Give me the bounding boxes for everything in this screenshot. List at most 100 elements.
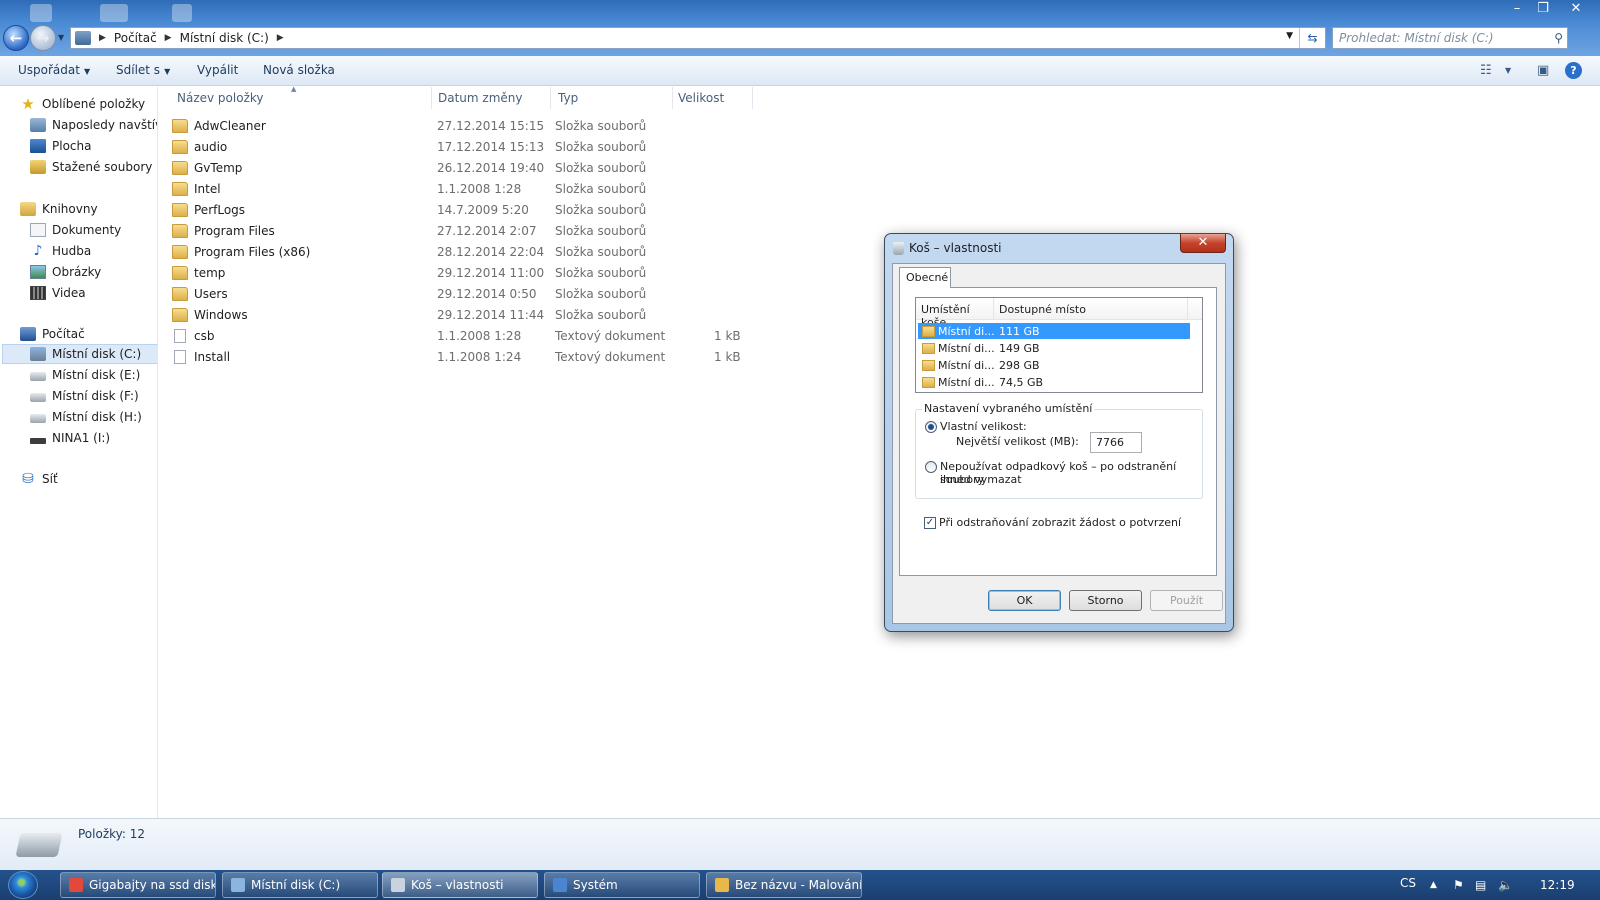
nav-favorites[interactable]: ★ Oblíbené položky — [20, 94, 145, 114]
group-label: Nastavení vybraného umístění — [922, 402, 1095, 415]
nav-music[interactable]: ♪ Hudba — [30, 241, 92, 261]
nav-drive-f[interactable]: Místní disk (F:) — [30, 386, 139, 406]
nav-label: Místní disk (E:) — [52, 368, 141, 382]
tab-general[interactable]: Obecné — [899, 267, 951, 288]
language-indicator[interactable]: CS — [1400, 876, 1416, 890]
text-file-icon — [174, 329, 186, 343]
custom-size-radio[interactable] — [925, 421, 937, 433]
desktop-icon — [30, 139, 46, 153]
nav-drive-c[interactable]: Místní disk (C:) — [2, 344, 157, 364]
address-dropdown-icon[interactable]: ▼ — [1286, 31, 1293, 41]
taskbar-button[interactable]: Systém — [544, 872, 700, 898]
column-header-location[interactable]: Umístění koše — [916, 298, 994, 329]
nav-pictures[interactable]: Obrázky — [30, 262, 101, 282]
column-header-date[interactable]: Datum změny — [438, 91, 523, 105]
preview-pane-icon[interactable]: ▣ — [1537, 63, 1549, 78]
ok-button[interactable]: OK — [988, 590, 1061, 611]
dialog-close-button[interactable]: ✕ — [1180, 234, 1226, 253]
back-button[interactable]: ← — [3, 25, 29, 51]
breadcrumb-chevron-icon[interactable]: ▶ — [99, 33, 106, 43]
text-file-icon — [174, 350, 186, 364]
nav-downloads[interactable]: Stažené soubory — [30, 157, 152, 177]
location-row[interactable]: Místní di... 111 GB — [918, 323, 1190, 339]
recent-pages-dropdown[interactable]: ▼ — [58, 33, 64, 42]
volume-icon[interactable]: 🔈 — [1498, 878, 1513, 892]
search-icon[interactable]: ⚲ — [1554, 31, 1563, 45]
max-size-input[interactable]: 7766 — [1090, 432, 1142, 453]
location-row[interactable]: Místní di... 149 GB — [918, 340, 1190, 356]
drive-icon — [30, 347, 46, 361]
chevron-down-icon: ▼ — [83, 67, 91, 76]
share-button[interactable]: Sdílet s ▼ — [116, 63, 170, 77]
file-name: Program Files — [194, 224, 275, 238]
nav-recent[interactable]: Naposledy navštívené — [30, 115, 157, 135]
breadcrumb-chevron-icon[interactable]: ▶ — [165, 33, 172, 43]
breadcrumb-drive-c[interactable]: Místní disk (C:) — [180, 31, 269, 45]
nav-libraries[interactable]: Knihovny — [20, 199, 98, 219]
column-header-size[interactable]: Velikost — [678, 91, 724, 105]
clock[interactable]: 12:19 — [1540, 878, 1575, 892]
breadcrumb-chevron-icon[interactable]: ▶ — [277, 33, 284, 43]
taskbar-button[interactable]: Bez názvu - Malování — [706, 872, 862, 898]
forward-button[interactable]: → — [30, 25, 56, 51]
organize-button[interactable]: Uspořádat ▼ — [18, 63, 90, 77]
location-row[interactable]: Místní di... 298 GB — [918, 357, 1190, 373]
help-icon[interactable]: ? — [1565, 62, 1582, 79]
breadcrumb-computer[interactable]: Počítač — [114, 31, 157, 45]
nav-desktop[interactable]: Plocha — [30, 136, 91, 156]
column-divider[interactable] — [672, 87, 673, 109]
nav-videos[interactable]: Videa — [30, 283, 86, 303]
view-options-icon[interactable]: ☷ — [1480, 63, 1492, 78]
taskbar-button[interactable]: Koš – vlastnosti — [382, 872, 538, 898]
taskbar-button[interactable]: Místní disk (C:) — [222, 872, 378, 898]
documents-icon — [30, 223, 46, 237]
command-bar: Uspořádat ▼ Sdílet s ▼ Vypálit Nová složka… — [0, 56, 1600, 86]
folder-icon — [172, 245, 188, 259]
address-bar[interactable]: ▶ Počítač ▶ Místní disk (C:) ▶ ▼ ⇆ — [70, 27, 1326, 49]
minimize-button[interactable]: – — [1504, 0, 1530, 18]
nav-documents[interactable]: Dokumenty — [30, 220, 121, 240]
taskbar-button-label: Koš – vlastnosti — [411, 878, 504, 892]
drive-icon — [30, 414, 46, 423]
confirm-delete-checkbox[interactable]: ✓ — [924, 517, 936, 529]
location-name: Místní di... — [938, 358, 995, 372]
maximize-button[interactable]: ❐ — [1530, 0, 1556, 18]
burn-button[interactable]: Vypálit — [197, 63, 238, 77]
nav-drive-i[interactable]: NINA1 (I:) — [30, 428, 110, 448]
nav-drive-h[interactable]: Místní disk (H:) — [30, 407, 142, 427]
network-tray-icon[interactable]: ▤ — [1475, 878, 1486, 892]
nav-network[interactable]: ⛁ Síť — [20, 469, 58, 489]
custom-size-label[interactable]: Vlastní velikost: — [940, 420, 1027, 433]
column-header-space[interactable]: Dostupné místo — [994, 298, 1188, 320]
folder-icon — [922, 359, 935, 371]
search-box[interactable]: Prohledat: Místní disk (C:) ⚲ — [1332, 27, 1568, 49]
action-center-flag-icon[interactable]: ⚑ — [1453, 878, 1464, 892]
column-header-type[interactable]: Typ — [558, 91, 578, 105]
view-dropdown-icon[interactable]: ▼ — [1505, 66, 1511, 75]
column-header-name[interactable]: Název položky — [177, 91, 263, 105]
confirm-delete-label[interactable]: Při odstraňování zobrazit žádost o potvr… — [939, 516, 1181, 529]
column-divider[interactable] — [752, 87, 753, 109]
location-row[interactable]: Místní di... 74,5 GB — [918, 374, 1190, 390]
cancel-button[interactable]: Storno — [1069, 590, 1142, 611]
column-header-filler — [1188, 298, 1202, 320]
window-titlebar: – ❐ ✕ ← → ▼ ▶ Počítač ▶ Místní disk (C:)… — [0, 0, 1600, 56]
nav-label: Videa — [52, 286, 86, 300]
refresh-button[interactable]: ⇆ — [1299, 28, 1325, 48]
nav-drive-e[interactable]: Místní disk (E:) — [30, 365, 140, 385]
close-button[interactable]: ✕ — [1556, 0, 1596, 18]
no-recycle-radio[interactable] — [925, 461, 937, 473]
apply-button[interactable]: Použít — [1150, 590, 1223, 611]
show-hidden-icons[interactable]: ▲ — [1430, 880, 1437, 890]
no-recycle-label-cont[interactable]: ihned vymazat — [940, 473, 1022, 486]
nav-computer[interactable]: Počítač — [20, 324, 85, 344]
file-name: Intel — [194, 182, 221, 196]
column-divider[interactable] — [431, 87, 432, 109]
start-button[interactable] — [8, 871, 38, 899]
location-list[interactable]: Umístění koše Dostupné místo Místní di..… — [915, 297, 1203, 393]
taskbar-button[interactable]: Gigabajty na ssd disk... — [60, 872, 216, 898]
network-icon: ⛁ — [22, 471, 34, 487]
column-divider[interactable] — [550, 87, 551, 109]
new-folder-button[interactable]: Nová složka — [263, 63, 335, 77]
navigation-pane: ★ Oblíbené položky Naposledy navštívené P… — [0, 87, 158, 818]
